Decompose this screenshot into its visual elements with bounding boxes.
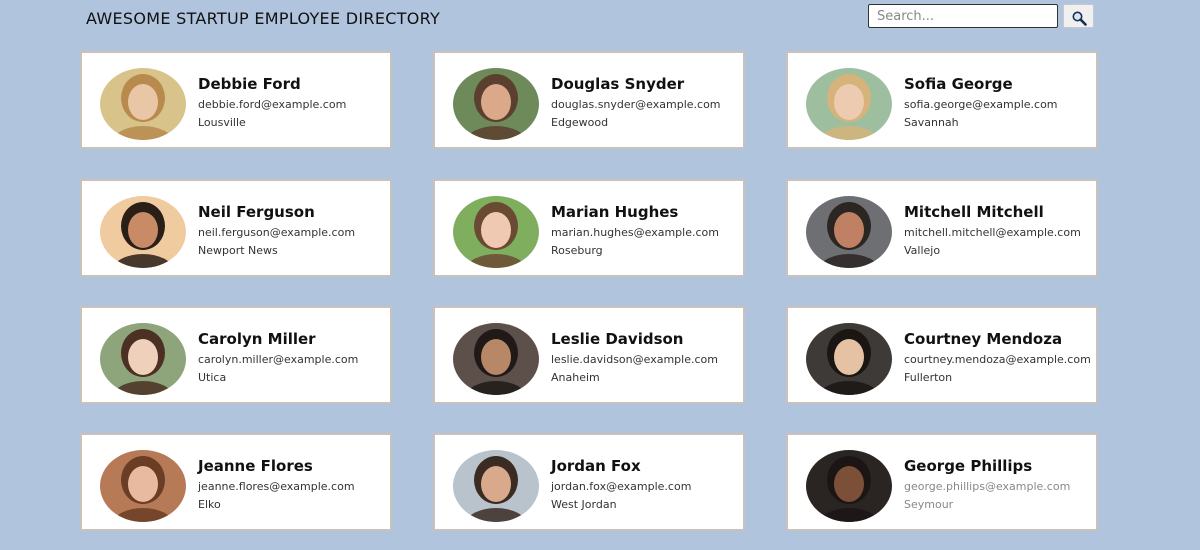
avatar — [453, 68, 539, 140]
employee-email: neil.ferguson@example.com — [198, 226, 356, 239]
employee-card[interactable]: Mitchell Mitchell mitchell.mitchell@examp… — [786, 179, 1098, 277]
employee-name: Courtney Mendoza — [904, 330, 1063, 348]
employee-city: Savannah — [904, 116, 959, 129]
employee-card[interactable]: Debbie Ford debbie.ford@example.com Lousvi… — [80, 51, 392, 149]
employee-email: carolyn.miller@example.com — [198, 353, 359, 366]
employee-email: marian.hughes@example.com — [551, 226, 719, 239]
employee-email: jordan.fox@example.com — [551, 480, 692, 493]
employee-city: Lousville — [198, 116, 246, 129]
employee-card[interactable]: Sofia George sofia.george@example.com Sava… — [786, 51, 1098, 149]
employee-card[interactable]: George Phillips george.phillips@example.c… — [786, 433, 1098, 531]
search-button[interactable] — [1063, 4, 1094, 28]
avatar — [806, 323, 892, 395]
employee-city: Utica — [198, 371, 227, 384]
avatar — [806, 196, 892, 268]
employee-name: Debbie Ford — [198, 75, 301, 93]
employee-name: Leslie Davidson — [551, 330, 684, 348]
employee-city: Newport News — [198, 244, 278, 257]
search-input[interactable] — [868, 4, 1058, 28]
employee-city: Elko — [198, 498, 221, 511]
employee-city: Seymour — [904, 498, 954, 511]
employee-email: courtney.mendoza@example.com — [904, 353, 1091, 366]
employee-name: George Phillips — [904, 457, 1033, 475]
avatar — [453, 450, 539, 522]
employee-card[interactable]: Carolyn Miller carolyn.miller@example.com… — [80, 306, 392, 404]
employee-city: Roseburg — [551, 244, 603, 257]
header: AWESOME STARTUP EMPLOYEE DIRECTORY — [0, 0, 1200, 40]
employee-name: Marian Hughes — [551, 203, 679, 221]
employee-city: West Jordan — [551, 498, 617, 511]
employee-card[interactable]: Jeanne Flores jeanne.flores@example.com El… — [80, 433, 392, 531]
employee-email: debbie.ford@example.com — [198, 98, 347, 111]
employee-name: Jeanne Flores — [198, 457, 313, 475]
employee-city: Edgewood — [551, 116, 609, 129]
employee-email: douglas.snyder@example.com — [551, 98, 721, 111]
avatar — [453, 323, 539, 395]
magnifier-icon — [1072, 11, 1087, 26]
employee-name: Sofia George — [904, 75, 1013, 93]
employee-city: Anaheim — [551, 371, 600, 384]
employee-email: mitchell.mitchell@example.com — [904, 226, 1081, 239]
avatar — [100, 323, 186, 395]
avatar — [453, 196, 539, 268]
employee-email: sofia.george@example.com — [904, 98, 1058, 111]
avatar — [100, 68, 186, 140]
employee-card[interactable]: Jordan Fox jordan.fox@example.com West Jor… — [433, 433, 745, 531]
employee-card[interactable]: Douglas Snyder douglas.snyder@example.com… — [433, 51, 745, 149]
avatar — [100, 450, 186, 522]
avatar — [806, 450, 892, 522]
employee-card[interactable]: Marian Hughes marian.hughes@example.com Ro… — [433, 179, 745, 277]
employee-card[interactable]: Neil Ferguson neil.ferguson@example.com Ne… — [80, 179, 392, 277]
employee-email: leslie.davidson@example.com — [551, 353, 718, 366]
employee-email: george.phillips@example.com — [904, 480, 1071, 493]
employee-city: Vallejo — [904, 244, 941, 257]
employee-name: Carolyn Miller — [198, 330, 316, 348]
employee-name: Mitchell Mitchell — [904, 203, 1044, 221]
page-title: AWESOME STARTUP EMPLOYEE DIRECTORY — [86, 9, 441, 28]
employee-email: jeanne.flores@example.com — [198, 480, 355, 493]
avatar — [100, 196, 186, 268]
employee-name: Douglas Snyder — [551, 75, 685, 93]
employee-city: Fullerton — [904, 371, 953, 384]
avatar — [806, 68, 892, 140]
employee-card[interactable]: Leslie Davidson leslie.davidson@example.c… — [433, 306, 745, 404]
employee-name: Jordan Fox — [551, 457, 641, 475]
employee-name: Neil Ferguson — [198, 203, 315, 221]
employee-card[interactable]: Courtney Mendoza courtney.mendoza@example… — [786, 306, 1098, 404]
